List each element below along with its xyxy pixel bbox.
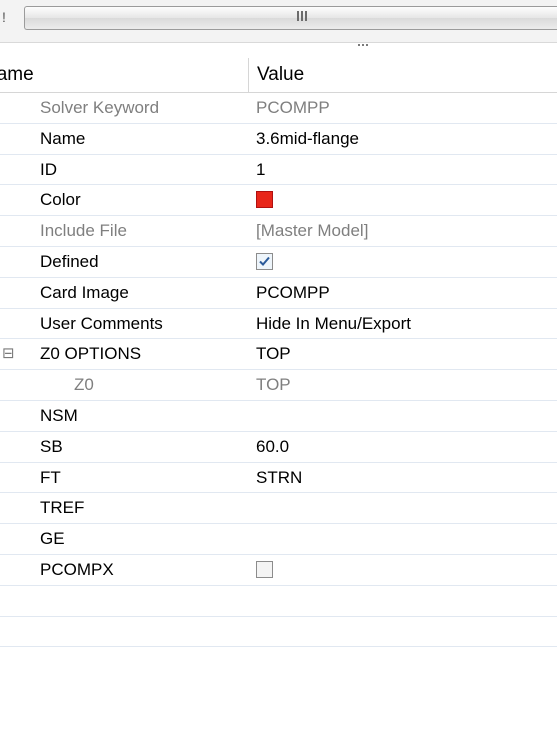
table-row[interactable]: SB 60.0 xyxy=(0,432,557,463)
property-name: Include File xyxy=(40,221,127,241)
empty-row xyxy=(0,617,557,648)
table-row[interactable]: ID 1 xyxy=(0,155,557,186)
column-header-value[interactable]: Value xyxy=(257,64,304,86)
color-swatch[interactable] xyxy=(256,191,273,209)
table-row[interactable]: Card Image PCOMPP xyxy=(0,278,557,309)
property-name: NSM xyxy=(40,405,78,425)
property-value[interactable]: 1 xyxy=(256,155,265,184)
property-name: TREF xyxy=(40,498,85,518)
table-row[interactable]: GE xyxy=(0,524,557,555)
property-name: PCOMPX xyxy=(40,559,114,579)
table-row[interactable]: User Comments Hide In Menu/Export xyxy=(0,309,557,340)
property-value: [Master Model] xyxy=(256,221,369,241)
table-row[interactable]: Defined xyxy=(0,247,557,278)
column-divider[interactable] xyxy=(248,58,249,92)
property-name: FT xyxy=(40,467,61,487)
horizontal-scrollbar[interactable]: ! xyxy=(0,0,557,43)
property-name: Name xyxy=(40,128,86,148)
table-row[interactable]: Solver Keyword PCOMPP xyxy=(0,93,557,124)
splitter-grip-icon[interactable] xyxy=(358,44,372,50)
table-row[interactable]: ⊟ Z0 OPTIONS TOP xyxy=(0,339,557,371)
property-value[interactable]: PCOMPP xyxy=(256,278,330,307)
pcompx-checkbox[interactable] xyxy=(256,560,273,578)
property-name: Z0 xyxy=(74,375,94,395)
property-name: SB xyxy=(40,436,63,456)
property-name: GE xyxy=(40,529,65,549)
property-name: Card Image xyxy=(40,282,129,302)
table-row[interactable]: FT STRN xyxy=(0,463,557,494)
table-row[interactable]: Include File [Master Model] xyxy=(0,216,557,247)
collapse-icon[interactable]: ⊟ xyxy=(2,339,15,368)
property-value[interactable]: 60.0 xyxy=(256,432,289,461)
property-value: PCOMPP xyxy=(256,98,330,117)
property-name: Color xyxy=(40,190,81,210)
property-name: Z0 OPTIONS xyxy=(40,344,142,364)
property-name: ID xyxy=(40,159,57,179)
property-value[interactable]: 3.6mid-flange xyxy=(256,124,359,153)
table-row[interactable]: TREF xyxy=(0,493,557,525)
table-header: Name Value xyxy=(0,58,557,93)
property-table: Solver Keyword PCOMPP Name 3.6mid-flange… xyxy=(0,93,557,648)
property-value[interactable]: TOP xyxy=(256,339,291,368)
defined-checkbox[interactable] xyxy=(256,252,273,270)
table-row[interactable]: Z0 TOP xyxy=(0,370,557,401)
column-header-name[interactable]: Name xyxy=(0,64,248,92)
table-row[interactable]: Name 3.6mid-flange xyxy=(0,124,557,155)
scrollbar-thumb[interactable] xyxy=(24,6,557,30)
property-name: Solver Keyword xyxy=(40,98,160,117)
property-name: Defined xyxy=(40,251,99,271)
property-value[interactable]: STRN xyxy=(256,463,302,492)
checkmark-icon xyxy=(259,256,270,266)
table-row[interactable]: PCOMPX xyxy=(0,555,557,586)
scrollbar-grip-icon xyxy=(297,11,311,21)
scrollbar-left-mark: ! xyxy=(2,9,6,25)
table-row[interactable]: NSM xyxy=(0,401,557,432)
property-value: TOP xyxy=(256,375,291,395)
empty-row xyxy=(0,586,557,617)
table-row[interactable]: Color xyxy=(0,185,557,217)
property-name: User Comments xyxy=(40,313,163,333)
column-header-name-label: Name xyxy=(0,64,34,85)
property-value[interactable]: Hide In Menu/Export xyxy=(256,309,411,338)
